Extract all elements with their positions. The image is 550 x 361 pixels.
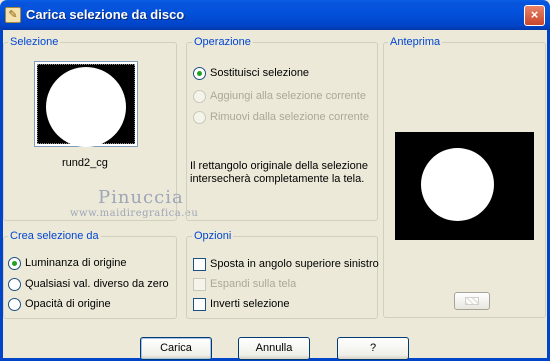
- close-button[interactable]: ×: [524, 5, 545, 26]
- selection-file-name: rund2_cg: [62, 157, 108, 169]
- radio-replace-selection[interactable]: Sostituisci selezione: [193, 65, 309, 81]
- checkbox-invert-selection[interactable]: Inverti selezione: [193, 296, 290, 312]
- thumbnail-circle-shape: [46, 67, 126, 147]
- checkbox-label: Espandi sulla tela: [210, 278, 297, 290]
- radio-label: Aggiungi alla selezione corrente: [210, 90, 366, 102]
- cancel-button[interactable]: Annulla: [238, 337, 310, 360]
- checkbox[interactable]: [193, 257, 206, 271]
- checkbox-expand-canvas: Espandi sulla tela: [193, 276, 296, 292]
- load-button[interactable]: Carica: [140, 337, 212, 360]
- radio-button: [193, 89, 206, 103]
- radio-label: Sostituisci selezione: [210, 67, 310, 79]
- checkbox[interactable]: [193, 297, 206, 311]
- radio-any-nonzero[interactable]: Qualsiasi val. diverso da zero: [8, 276, 169, 292]
- radio-label: Rimuovi dalla selezione corrente: [210, 111, 369, 123]
- watermark-site: www.maidiregrafica.eu: [70, 208, 199, 219]
- radio-add-to-selection: Aggiungi alla selezione corrente: [193, 88, 366, 104]
- radio-button[interactable]: [8, 256, 21, 270]
- selection-thumbnail: [37, 64, 135, 147]
- window-title: Carica selezione da disco: [26, 7, 185, 22]
- checkbox-label: Inverti selezione: [210, 298, 290, 310]
- checkbox: [193, 277, 206, 291]
- title-bar[interactable]: ✎ Carica selezione da disco ×: [0, 0, 550, 30]
- options-group-label: Opzioni: [192, 230, 234, 242]
- radio-label: Opacità di origine: [25, 298, 111, 310]
- radio-remove-from-selection: Rimuovi dalla selezione corrente: [193, 109, 369, 125]
- selection-group-label: Selezione: [8, 36, 61, 48]
- operation-group-label: Operazione: [192, 36, 253, 48]
- radio-source-luminance[interactable]: Luminanza di origine: [8, 255, 127, 271]
- selection-thumbnail-dropdown[interactable]: [34, 61, 138, 147]
- radio-button[interactable]: [8, 297, 21, 311]
- radio-button[interactable]: [193, 66, 206, 80]
- radio-source-opacity[interactable]: Opacità di origine: [8, 296, 111, 312]
- radio-label: Qualsiasi val. diverso da zero: [25, 278, 169, 290]
- watermark-name: Pinuccia: [98, 187, 184, 208]
- checker-icon: [465, 297, 479, 305]
- selection-preview: [395, 132, 534, 240]
- preview-group-label: Anteprima: [388, 36, 443, 48]
- app-icon[interactable]: ✎: [5, 7, 21, 23]
- preview-circle-shape: [421, 148, 494, 221]
- checkbox-move-top-left[interactable]: Sposta in angolo superiore sinistro: [193, 256, 379, 272]
- operation-info-text: Il rettangolo originale della selezione …: [190, 160, 368, 185]
- help-button[interactable]: ?: [337, 337, 409, 360]
- dropdown-arrow-icon[interactable]: [129, 100, 135, 103]
- radio-button[interactable]: [8, 277, 21, 291]
- create-from-group-label: Crea selezione da: [8, 230, 101, 242]
- checkbox-label: Sposta in angolo superiore sinistro: [210, 258, 379, 270]
- preview-zoom-button[interactable]: [454, 292, 490, 310]
- radio-label: Luminanza di origine: [25, 257, 127, 269]
- radio-button: [193, 110, 206, 124]
